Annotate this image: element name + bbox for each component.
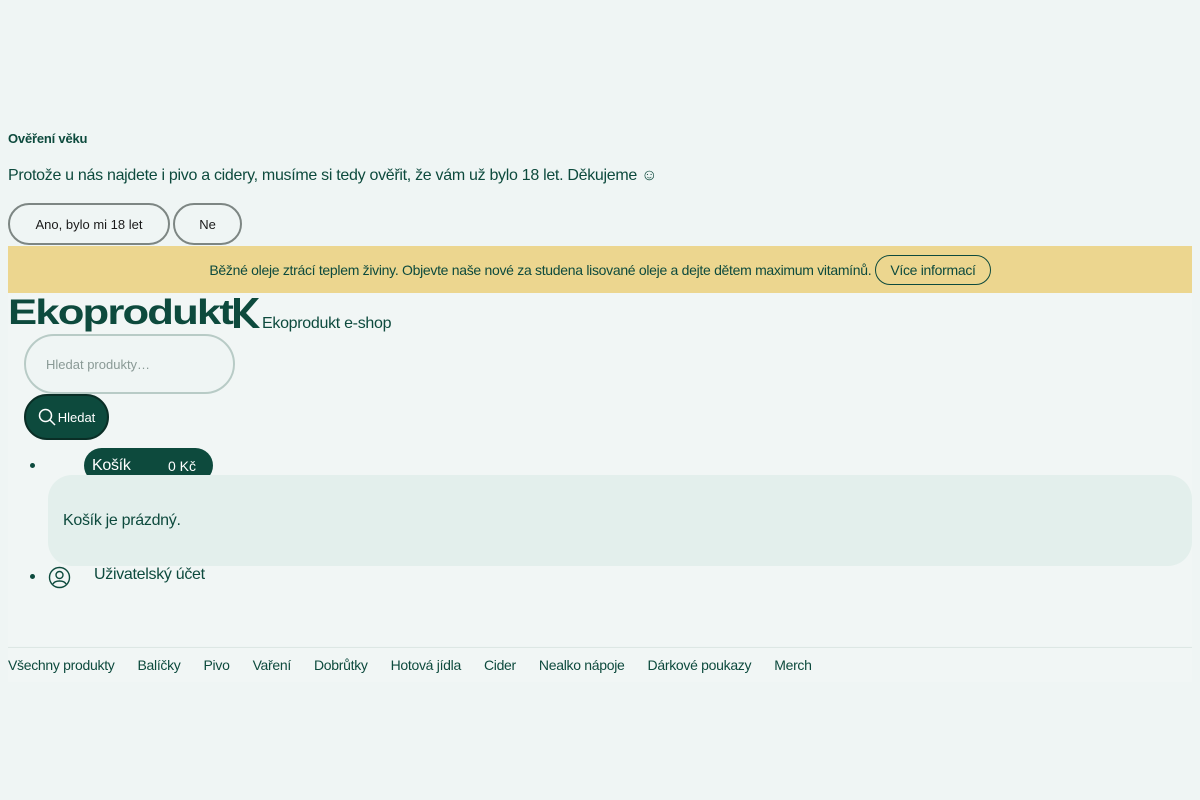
nav-item-darkove-poukazy[interactable]: Dárkové poukazy	[648, 657, 752, 673]
cart-label: Košík	[92, 456, 131, 474]
logo-text: Ekoprodukt	[8, 296, 234, 332]
promo-text: Běžné oleje ztrácí teplem živiny. Objevt…	[209, 261, 872, 278]
nav-item-vareni[interactable]: Vaření	[253, 657, 292, 673]
cart-dropdown: Košík je prázdný.	[48, 475, 1192, 566]
nav-item-merch[interactable]: Merch	[774, 657, 812, 673]
age-verification-text: Protože u nás najdete i pivo a cidery, m…	[8, 167, 658, 184]
shop-label: Ekoprodukt e-shop	[262, 315, 392, 332]
search-button-label: Hledat	[57, 409, 96, 425]
promo-banner: Běžné oleje ztrácí teplem živiny. Objevt…	[8, 246, 1192, 293]
cart-empty-message: Košík je prázdný.	[63, 511, 181, 529]
search-button[interactable]: Hledat	[24, 394, 109, 440]
age-confirm-button[interactable]: Ano, bylo mi 18 let	[8, 203, 170, 245]
nav-item-vsechny-produkty[interactable]: Všechny produkty	[8, 657, 115, 673]
list-bullet	[30, 574, 35, 579]
promo-more-info-link[interactable]: Více informací	[875, 254, 991, 285]
nav-item-hotova-jidla[interactable]: Hotová jídla	[391, 657, 462, 673]
nav-item-dobrutky[interactable]: Dobrůtky	[314, 657, 368, 673]
logo-k-mark	[234, 298, 260, 328]
user-account-icon[interactable]	[48, 566, 71, 589]
nav-item-nealko-napoje[interactable]: Nealko nápoje	[539, 657, 625, 673]
age-deny-button[interactable]: Ne	[173, 203, 242, 245]
cart-amount: 0 Kč	[167, 457, 196, 474]
age-verification-title: Ověření věku	[8, 131, 88, 146]
main-navigation: Všechny produkty Balíčky Pivo Vaření Dob…	[8, 647, 1192, 682]
list-bullet	[30, 463, 35, 468]
nav-item-balicky[interactable]: Balíčky	[137, 657, 180, 673]
search-input[interactable]	[24, 334, 235, 394]
nav-item-pivo[interactable]: Pivo	[204, 657, 230, 673]
ekoprodukt-logo[interactable]: Ekoprodukt	[8, 296, 260, 332]
search-icon	[38, 408, 56, 426]
user-account-link[interactable]: Uživatelský účet	[94, 566, 205, 584]
nav-item-cider[interactable]: Cider	[484, 657, 516, 673]
